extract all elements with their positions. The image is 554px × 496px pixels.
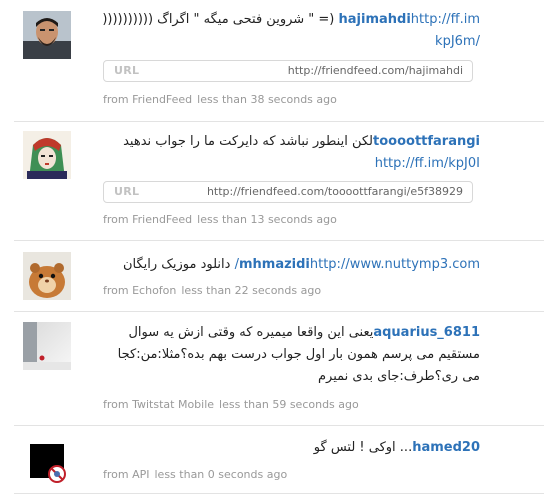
avatar-toooottfarangi[interactable]	[23, 131, 71, 179]
url-label: URL	[114, 185, 140, 198]
tweet-meta: from Echofon less than 22 seconds ago	[103, 284, 326, 297]
tweet-source[interactable]: from FriendFeed	[103, 93, 192, 106]
divider	[14, 121, 544, 122]
tweet-link[interactable]: http://ff.im	[411, 12, 480, 27]
divider	[14, 425, 544, 426]
tweet-meta: from FriendFeed less than 13 seconds ago	[103, 213, 342, 226]
tweet-message: لکن اینطور نباشد که دایرکت ما را جواب ند…	[123, 134, 373, 149]
tweet-text: hajimahdihttp://ff.im (= " شروین فتحی می…	[102, 9, 480, 53]
tweet-time[interactable]: less than 22 seconds ago	[181, 284, 321, 297]
url-value: http://friendfeed.com/toooottfarangi/e5f…	[206, 185, 463, 198]
tweet-username[interactable]: aquarius_6811	[373, 325, 480, 340]
tweet-source[interactable]: from Twitstat Mobile	[103, 398, 214, 411]
tweet-source[interactable]: from FriendFeed	[103, 213, 192, 226]
tweet-text: toooottfarangiلکن اینطور نباشد که دایرکت…	[102, 131, 480, 175]
tweet-source[interactable]: from API	[103, 468, 150, 481]
tweet-time[interactable]: less than 38 seconds ago	[197, 93, 337, 106]
tweet-time[interactable]: less than 0 seconds ago	[155, 468, 288, 481]
divider	[14, 493, 544, 494]
avatar-mhmazidi[interactable]	[23, 252, 71, 300]
tweet-link[interactable]: http://ff.im/kpJ0I	[375, 156, 480, 171]
tweet-meta: from FriendFeed less than 38 seconds ago	[103, 93, 342, 106]
divider	[14, 311, 544, 312]
url-value: http://friendfeed.com/hajimahdi	[287, 64, 463, 77]
tweet-text: hamed20... اوکی ! لتس گو	[102, 437, 480, 459]
url-label: URL	[114, 64, 140, 77]
tweet-username[interactable]: mhmazidi	[239, 257, 310, 272]
url-box[interactable]: URL http://friendfeed.com/hajimahdi	[103, 60, 473, 82]
tweet-message: دانلود موزیک رایگان	[122, 257, 231, 272]
tweet-text: aquarius_6811یعنی این واقعا میمیره که وق…	[102, 322, 480, 388]
tweet-username[interactable]: hajimahdi	[339, 12, 411, 27]
tweet-message: (= " شروین فتحی میگه " اگراگ ((((((((((	[102, 12, 335, 27]
tweet-time[interactable]: less than 59 seconds ago	[219, 398, 359, 411]
tweet-text: mhmazidihttp://www.nuttymp3.com/ دانلود …	[102, 254, 480, 276]
avatar-aquarius_6811[interactable]	[23, 322, 71, 370]
tweet-meta: from Twitstat Mobile less than 59 seconds…	[103, 398, 364, 411]
divider	[14, 240, 544, 241]
avatar-hajimahdi[interactable]	[23, 11, 71, 59]
tweet-time[interactable]: less than 13 seconds ago	[197, 213, 337, 226]
tweet-message: ... اوکی ! لتس گو	[313, 440, 413, 455]
tweet-source[interactable]: from Echofon	[103, 284, 176, 297]
tweet-username[interactable]: toooottfarangi	[373, 134, 480, 149]
url-box[interactable]: URL http://friendfeed.com/toooottfarangi…	[103, 181, 473, 203]
avatar-hamed20[interactable]	[23, 441, 71, 489]
tweet-meta: from API less than 0 seconds ago	[103, 468, 292, 481]
tweet-link-suffix[interactable]: /kpJ6m	[435, 34, 480, 49]
tweet-username[interactable]: hamed20	[412, 440, 480, 455]
